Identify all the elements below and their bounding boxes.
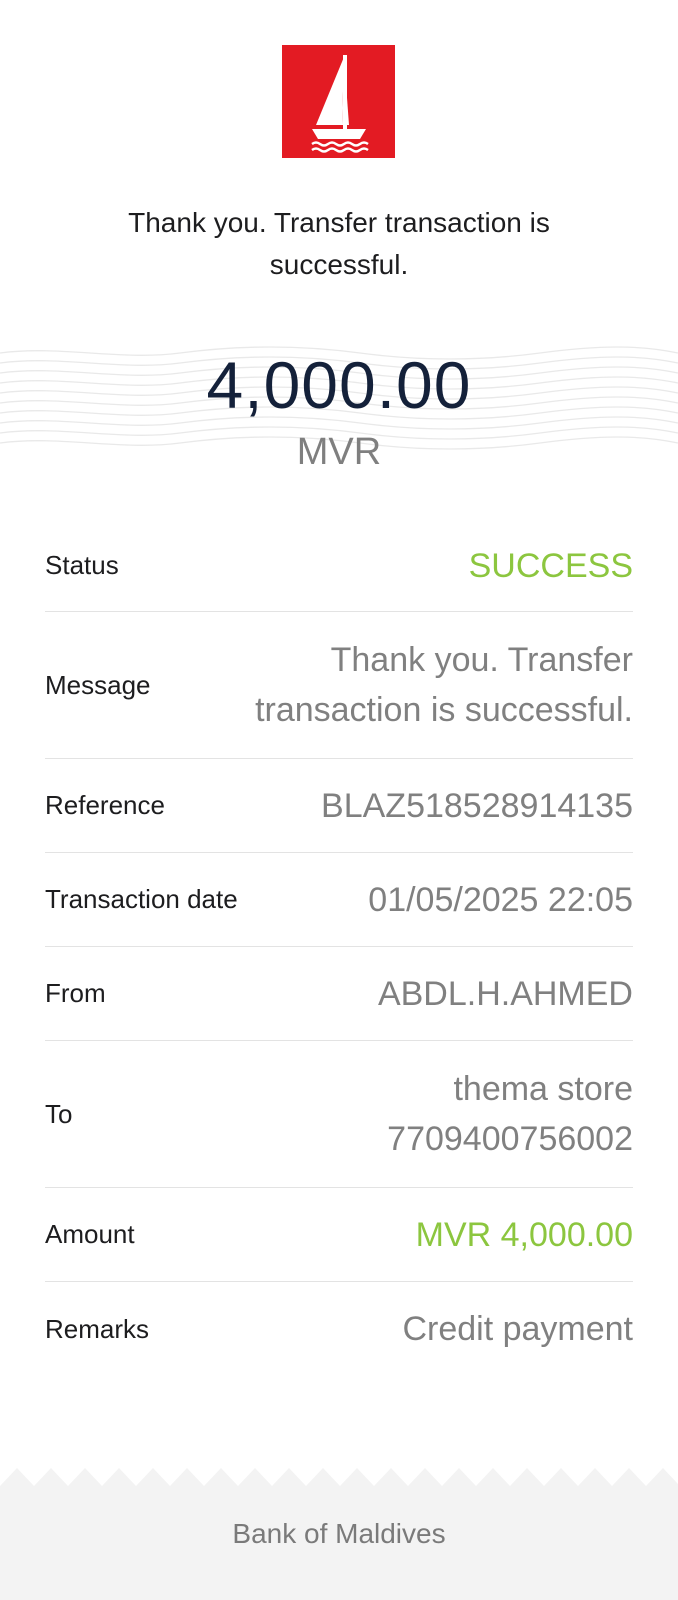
transfer-amount: 4,000.00 (206, 348, 472, 422)
transfer-currency: MVR (296, 431, 382, 473)
remarks-label: Remarks (45, 1313, 150, 1344)
detail-row-date: Transaction date 01/05/2025 22:05 (45, 853, 633, 947)
bank-name: Bank of Maldives (232, 1518, 446, 1549)
to-label: To (45, 1098, 73, 1129)
from-label: From (45, 978, 106, 1008)
to-value: thema store 7709400756002 (387, 1064, 633, 1164)
message-label: Message (45, 669, 151, 700)
boat-logo-icon (311, 55, 369, 153)
detail-row-from: From ABDL.H.AHMED (45, 947, 633, 1041)
detail-row-reference: Reference BLAZ518528914135 (45, 759, 633, 853)
from-value: ABDL.H.AHMED (377, 974, 633, 1013)
amount-label: Amount (45, 1219, 135, 1249)
message-line-2: transaction is successful. (255, 691, 633, 729)
status-value: SUCCESS (468, 546, 633, 585)
remarks-value: Credit payment (402, 1310, 633, 1348)
amount-value: MVR 4,000.00 (415, 1215, 633, 1254)
success-headline: Thank you. Transfer transaction is succe… (128, 207, 550, 280)
detail-row-to: To thema store 7709400756002 (45, 1041, 633, 1188)
transaction-details: Status SUCCESS Message Thank you. Transf… (45, 520, 633, 1376)
reference-value: BLAZ518528914135 (321, 786, 633, 825)
message-line-1: Thank you. Transfer (330, 641, 633, 679)
detail-row-status: Status SUCCESS (45, 520, 633, 612)
detail-row-message: Message Thank you. Transfer transaction … (45, 612, 633, 759)
bank-logo (282, 45, 395, 158)
to-name: thema store (453, 1070, 633, 1108)
to-account: 7709400756002 (387, 1120, 633, 1158)
reference-label: Reference (45, 790, 165, 820)
detail-row-remarks: Remarks Credit payment (45, 1282, 633, 1376)
transaction-date-label: Transaction date (45, 884, 238, 914)
torn-edge (0, 1468, 678, 1486)
transfer-receipt: Thank you. Transfer transaction is succe… (0, 0, 678, 1600)
message-value: Thank you. Transfer transaction is succe… (255, 635, 633, 735)
transaction-date-value: 01/05/2025 22:05 (368, 880, 633, 919)
status-label: Status (45, 550, 119, 580)
detail-row-amount: Amount MVR 4,000.00 (45, 1188, 633, 1282)
